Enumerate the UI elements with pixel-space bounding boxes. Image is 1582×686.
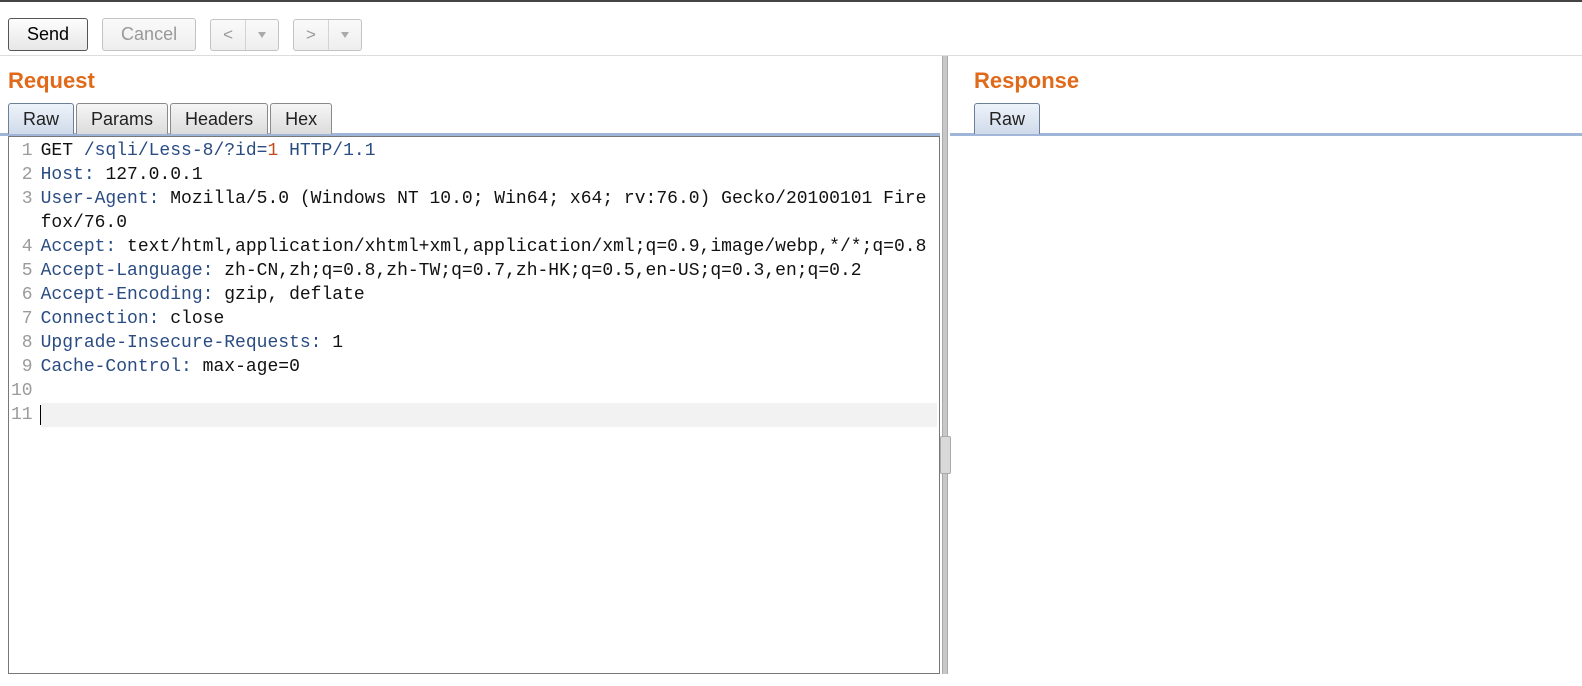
- tab-raw[interactable]: Raw: [8, 103, 74, 134]
- history-forward-button[interactable]: >: [293, 19, 362, 51]
- body-row: Request Raw Params Headers Hex 1 2 3 4 5…: [0, 55, 1582, 674]
- line-number-gutter: 1 2 3 4 5 6 7 8 9 10 11: [9, 137, 37, 673]
- tab-hex[interactable]: Hex: [270, 103, 332, 134]
- send-button[interactable]: Send: [8, 18, 88, 51]
- dropdown-indicator-icon: [328, 20, 361, 50]
- request-panel: Request Raw Params Headers Hex 1 2 3 4 5…: [0, 56, 940, 674]
- panel-splitter[interactable]: [940, 56, 950, 674]
- dropdown-indicator-icon: [245, 20, 278, 50]
- request-code[interactable]: GET /sqli/Less-8/?id=1 HTTP/1.1Host: 127…: [37, 137, 939, 673]
- tab-headers[interactable]: Headers: [170, 103, 268, 134]
- chevron-right-icon: >: [294, 20, 328, 50]
- response-title: Response: [950, 56, 1582, 102]
- response-tabs: Raw: [950, 102, 1582, 136]
- top-separator: [0, 0, 1582, 2]
- response-panel: Response Raw: [950, 56, 1582, 674]
- request-editor[interactable]: 1 2 3 4 5 6 7 8 9 10 11 GET /sqli/Less-8…: [8, 136, 940, 674]
- request-title: Request: [0, 56, 940, 102]
- splitter-grip-icon: [940, 436, 951, 474]
- response-tab-raw[interactable]: Raw: [974, 103, 1040, 134]
- tab-params[interactable]: Params: [76, 103, 168, 134]
- response-body[interactable]: [950, 136, 1582, 674]
- history-back-button[interactable]: <: [210, 19, 279, 51]
- toolbar: Send Cancel < >: [0, 8, 1582, 55]
- chevron-left-icon: <: [211, 20, 245, 50]
- cancel-button[interactable]: Cancel: [102, 18, 196, 51]
- request-tabs: Raw Params Headers Hex: [0, 102, 940, 136]
